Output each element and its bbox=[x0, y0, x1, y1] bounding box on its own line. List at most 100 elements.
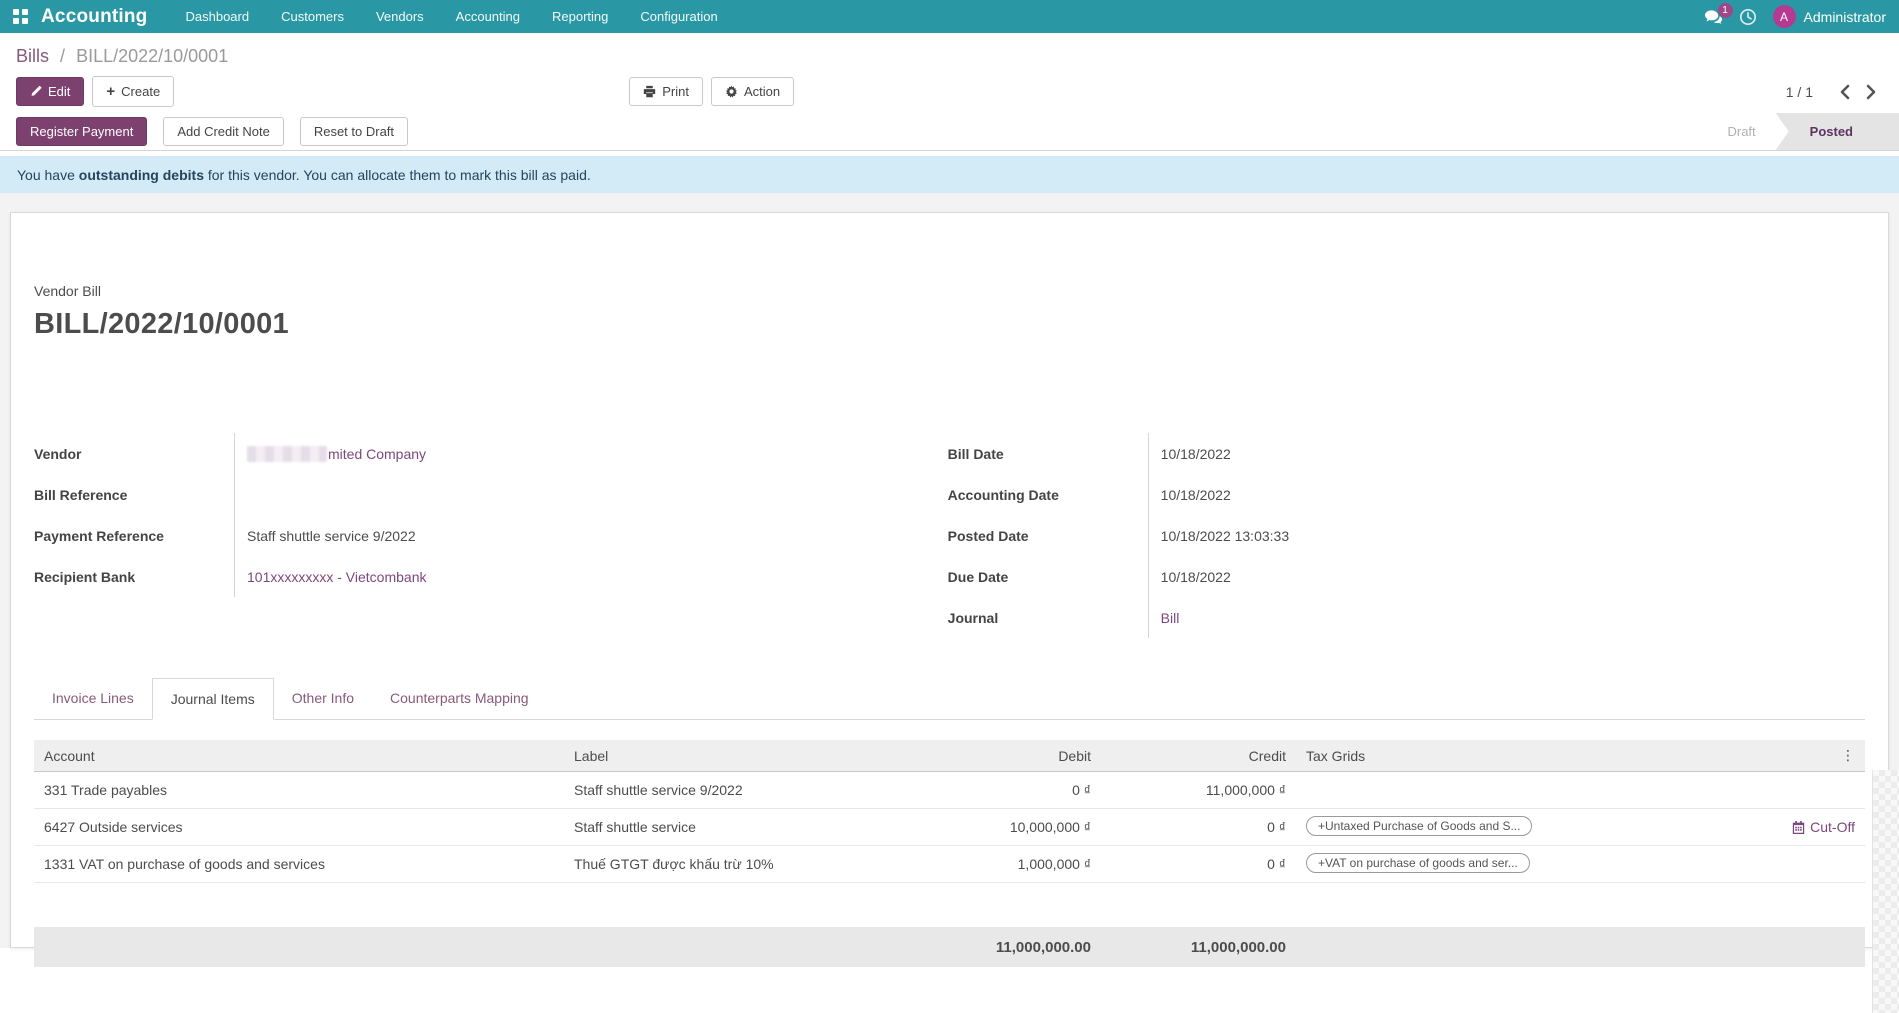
field-bill-date: Bill Date 10/18/2022 bbox=[948, 433, 1781, 474]
notebook-tabs: Invoice Lines Journal Items Other Info C… bbox=[34, 678, 1865, 720]
action-button[interactable]: Action bbox=[711, 77, 794, 106]
outstanding-debits-alert: You have outstanding debits for this ven… bbox=[0, 156, 1899, 193]
alert-bold-text: outstanding debits bbox=[79, 167, 204, 183]
field-recipient-bank: Recipient Bank 101xxxxxxxxx - Vietcomban… bbox=[34, 556, 867, 597]
menu-reporting[interactable]: Reporting bbox=[536, 0, 624, 33]
calendar-icon bbox=[1792, 821, 1805, 834]
edit-button[interactable]: Edit bbox=[16, 77, 84, 106]
scrollbar-track[interactable] bbox=[1872, 770, 1899, 1013]
redacted-vendor-name bbox=[247, 446, 327, 462]
field-groups: Vendor mited Company Bill Reference Paym… bbox=[34, 433, 1865, 638]
reset-to-draft-button[interactable]: Reset to Draft bbox=[300, 117, 408, 146]
apps-menu-icon[interactable] bbox=[13, 9, 28, 24]
journal-link[interactable]: Bill bbox=[1161, 610, 1180, 626]
tab-counterparts-mapping[interactable]: Counterparts Mapping bbox=[372, 678, 547, 720]
due-date-label: Due Date bbox=[948, 569, 1148, 585]
header-debit[interactable]: Debit bbox=[926, 748, 1101, 764]
left-field-group: Vendor mited Company Bill Reference Paym… bbox=[34, 433, 867, 638]
table-row[interactable]: 6427 Outside services Staff shuttle serv… bbox=[34, 809, 1865, 846]
menu-customers[interactable]: Customers bbox=[265, 0, 360, 33]
cell-credit: 0 ₫ bbox=[1101, 856, 1296, 872]
gear-icon bbox=[725, 85, 738, 98]
table-header-row: Account Label Debit Credit Tax Grids ⋮ bbox=[34, 740, 1865, 772]
header-tax-grids[interactable]: Tax Grids bbox=[1296, 748, 1710, 764]
journal-label: Journal bbox=[948, 610, 1148, 626]
accounting-date-value[interactable]: 10/18/2022 bbox=[1161, 487, 1231, 503]
activities-button[interactable] bbox=[1739, 8, 1757, 26]
breadcrumb-separator: / bbox=[60, 46, 65, 66]
tab-journal-items[interactable]: Journal Items bbox=[152, 678, 274, 720]
control-panel: Edit + Create Print Action 1 / 1 bbox=[0, 72, 1899, 113]
user-menu[interactable]: A Administrator bbox=[1773, 5, 1886, 28]
message-count-badge: 1 bbox=[1718, 3, 1733, 18]
field-accounting-date: Accounting Date 10/18/2022 bbox=[948, 474, 1781, 515]
clock-icon bbox=[1739, 8, 1757, 26]
header-label[interactable]: Label bbox=[564, 748, 926, 764]
payment-reference-value[interactable]: Staff shuttle service 9/2022 bbox=[247, 528, 416, 544]
menu-dashboard[interactable]: Dashboard bbox=[170, 0, 266, 33]
chevron-left-icon bbox=[1839, 84, 1850, 100]
create-button[interactable]: + Create bbox=[92, 76, 174, 107]
field-payment-reference: Payment Reference Staff shuttle service … bbox=[34, 515, 867, 556]
pager-next-button[interactable] bbox=[1860, 82, 1883, 102]
header-credit[interactable]: Credit bbox=[1101, 748, 1296, 764]
pager-count: 1 / 1 bbox=[1786, 84, 1813, 100]
breadcrumb-bills-link[interactable]: Bills bbox=[16, 46, 49, 66]
cell-account: 6427 Outside services bbox=[34, 819, 564, 835]
cell-account: 1331 VAT on purchase of goods and servic… bbox=[34, 856, 564, 872]
status-widget: Draft Posted bbox=[1707, 113, 1899, 150]
tax-grid-tag: +Untaxed Purchase of Goods and S... bbox=[1306, 816, 1532, 836]
avatar: A bbox=[1773, 5, 1796, 28]
table-body: 331 Trade payables Staff shuttle service… bbox=[34, 772, 1865, 883]
app-title[interactable]: Accounting bbox=[41, 6, 148, 28]
field-bill-reference: Bill Reference bbox=[34, 474, 867, 515]
menu-configuration[interactable]: Configuration bbox=[624, 0, 733, 33]
bill-date-value[interactable]: 10/18/2022 bbox=[1161, 446, 1231, 462]
breadcrumb-current: BILL/2022/10/0001 bbox=[76, 46, 228, 66]
field-posted-date: Posted Date 10/18/2022 13:03:33 bbox=[948, 515, 1781, 556]
printer-icon bbox=[643, 85, 656, 98]
table-row[interactable]: 331 Trade payables Staff shuttle service… bbox=[34, 772, 1865, 809]
cell-label: Staff shuttle service 9/2022 bbox=[564, 782, 926, 798]
bill-reference-label: Bill Reference bbox=[34, 487, 234, 503]
main-menu: Dashboard Customers Vendors Accounting R… bbox=[170, 0, 734, 33]
menu-accounting[interactable]: Accounting bbox=[440, 0, 536, 33]
table-row[interactable]: 1331 VAT on purchase of goods and servic… bbox=[34, 846, 1865, 883]
vendor-link[interactable]: mited Company bbox=[328, 446, 426, 462]
totals-row: 11,000,000.00 11,000,000.00 bbox=[34, 927, 1865, 967]
bill-date-label: Bill Date bbox=[948, 446, 1148, 462]
cell-debit: 1,000,000 ₫ bbox=[926, 856, 1101, 872]
recipient-bank-link[interactable]: 101xxxxxxxxx - Vietcombank bbox=[247, 569, 426, 585]
cell-label: Staff shuttle service bbox=[564, 819, 926, 835]
field-vendor: Vendor mited Company bbox=[34, 433, 867, 474]
cell-debit: 10,000,000 ₫ bbox=[926, 819, 1101, 835]
posted-date-value: 10/18/2022 13:03:33 bbox=[1161, 528, 1289, 544]
menu-vendors[interactable]: Vendors bbox=[360, 0, 440, 33]
print-button[interactable]: Print bbox=[629, 77, 703, 106]
cell-credit: 11,000,000 ₫ bbox=[1101, 782, 1296, 798]
tab-invoice-lines[interactable]: Invoice Lines bbox=[34, 678, 152, 720]
main-content: Vendor Bill BILL/2022/10/0001 Vendor mit… bbox=[0, 193, 1899, 948]
field-journal: Journal Bill bbox=[948, 597, 1781, 638]
due-date-value[interactable]: 10/18/2022 bbox=[1161, 569, 1231, 585]
tab-other-info[interactable]: Other Info bbox=[274, 678, 372, 720]
header-account[interactable]: Account bbox=[34, 748, 564, 764]
cell-label: Thuế GTGT được khấu trừ 10% bbox=[564, 856, 926, 872]
chevron-right-icon bbox=[1866, 84, 1877, 100]
right-field-group: Bill Date 10/18/2022 Accounting Date 10/… bbox=[948, 433, 1781, 638]
breadcrumb: Bills / BILL/2022/10/0001 bbox=[0, 33, 1899, 72]
journal-items-table: Account Label Debit Credit Tax Grids ⋮ 3… bbox=[34, 740, 1865, 967]
register-payment-button[interactable]: Register Payment bbox=[16, 117, 147, 146]
pager-previous-button[interactable] bbox=[1833, 82, 1856, 102]
messages-button[interactable]: 1 bbox=[1704, 9, 1723, 25]
add-credit-note-button[interactable]: Add Credit Note bbox=[163, 117, 284, 146]
statusbar: Register Payment Add Credit Note Reset t… bbox=[0, 113, 1899, 151]
cutoff-button[interactable]: Cut-Off bbox=[1792, 819, 1855, 835]
status-draft[interactable]: Draft bbox=[1707, 113, 1775, 150]
optional-columns-icon[interactable]: ⋮ bbox=[1710, 747, 1865, 764]
total-credit: 11,000,000.00 bbox=[1101, 939, 1296, 956]
payment-reference-label: Payment Reference bbox=[34, 528, 234, 544]
document-type-label: Vendor Bill bbox=[34, 283, 1865, 299]
plus-icon: + bbox=[106, 83, 115, 100]
tax-grid-tag: +VAT on purchase of goods and ser... bbox=[1306, 853, 1530, 873]
